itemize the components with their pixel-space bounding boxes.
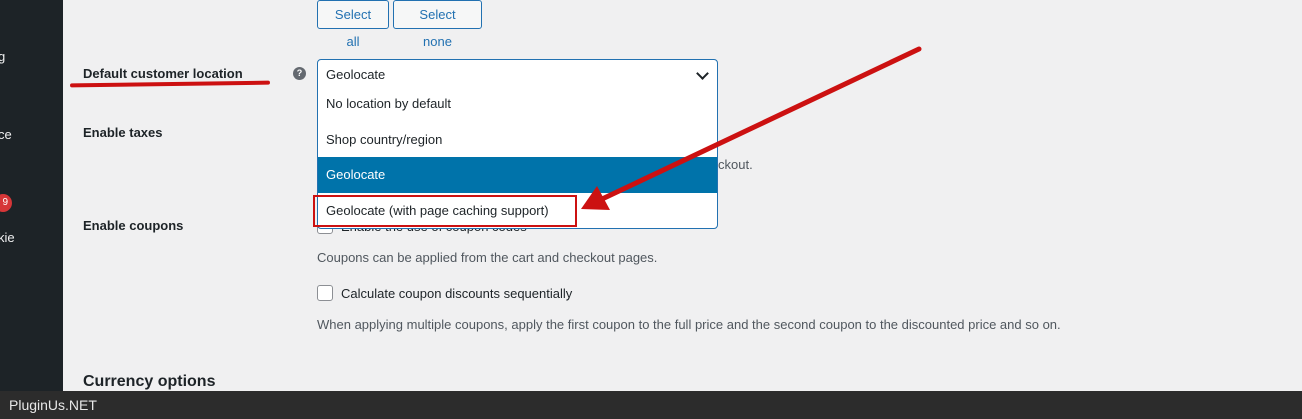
- footer-watermark: PluginUs.NET: [9, 397, 97, 413]
- arrow-shaft: [597, 46, 922, 203]
- footer-bar: PluginUs.NET: [0, 391, 1302, 419]
- annotation-arrow: [581, 46, 922, 210]
